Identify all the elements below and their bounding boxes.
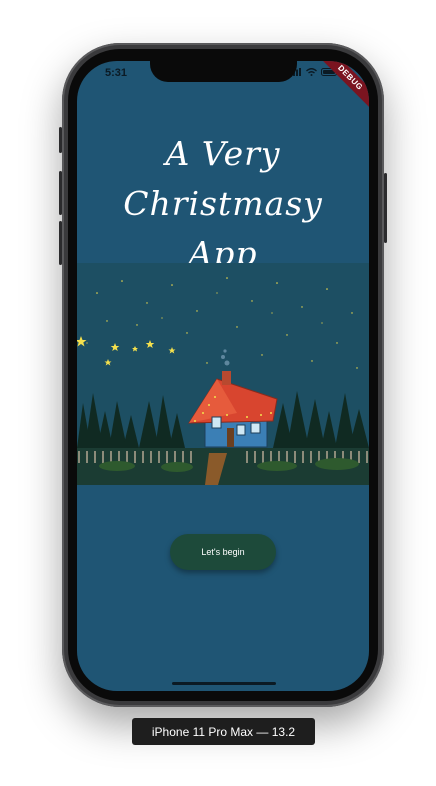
mute-switch bbox=[59, 127, 62, 153]
volume-up-button bbox=[59, 171, 62, 215]
home-indicator[interactable] bbox=[172, 682, 276, 685]
app-title-line1: A Very Christmasy bbox=[123, 134, 323, 223]
lets-begin-button[interactable]: Let's begin bbox=[170, 534, 276, 570]
wifi-icon bbox=[306, 68, 317, 76]
volume-down-button bbox=[59, 221, 62, 265]
status-time: 5:31 bbox=[105, 67, 128, 79]
app-screen: 5:31 DEBUG A Very Christmasy App Let's b… bbox=[77, 61, 369, 691]
phone-frame: 5:31 DEBUG A Very Christmasy App Let's b… bbox=[59, 43, 387, 707]
notch bbox=[150, 61, 297, 82]
simulator-device-label: iPhone 11 Pro Max — 13.2 bbox=[132, 718, 315, 745]
power-button bbox=[384, 173, 387, 243]
christmas-house-illustration bbox=[77, 263, 369, 485]
app-title: A Very Christmasy App bbox=[77, 129, 369, 279]
